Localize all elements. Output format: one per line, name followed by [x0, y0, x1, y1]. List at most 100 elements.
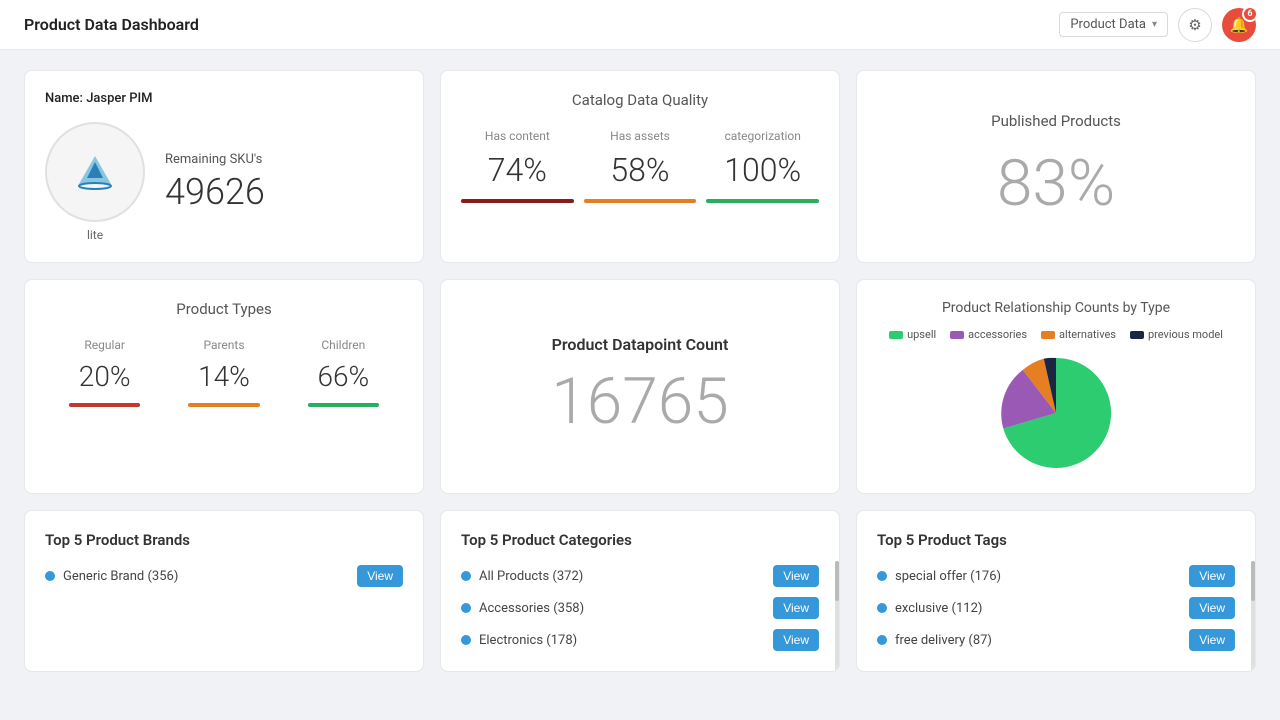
brand-item-left: Generic Brand (356) — [45, 569, 178, 584]
legend-label-upsell: upsell — [907, 328, 936, 341]
legend-dot-previous-model — [1130, 331, 1144, 339]
type-children: Children 66% — [284, 338, 403, 407]
view-category-button[interactable]: View — [773, 565, 819, 587]
type-value-parents: 14% — [198, 360, 250, 393]
scroll-indicator — [835, 561, 839, 671]
datapoint-label: Product Datapoint Count — [552, 335, 729, 354]
jasper-name-label: Name: Jasper PIM — [45, 91, 403, 106]
quality-has-assets: Has assets 58% — [584, 129, 697, 203]
quality-bar-cat — [706, 199, 819, 203]
quality-label-assets: Has assets — [610, 129, 670, 143]
scroll-thumb — [835, 561, 839, 601]
pie-chart-container — [877, 353, 1235, 473]
header-actions: Product Data ▾ ⚙ 🔔 6 — [1059, 8, 1256, 42]
notification-badge: 6 — [1242, 6, 1258, 22]
type-label-regular: Regular — [84, 338, 125, 352]
card-relationship-counts: Product Relationship Counts by Type upse… — [856, 279, 1256, 494]
gear-icon: ⚙ — [1188, 16, 1201, 34]
card-published-products: Published Products 83% — [856, 70, 1256, 263]
relationship-legend: upsell accessories alternatives previous… — [877, 328, 1235, 341]
published-title: Published Products — [991, 112, 1121, 130]
view-category-button[interactable]: View — [773, 629, 819, 651]
card-top-brands: Top 5 Product Brands Generic Brand (356)… — [24, 510, 424, 672]
list-item: All Products (372) View — [461, 565, 819, 587]
category-dot — [461, 603, 471, 613]
card-product-types: Product Types Regular 20% Parents 14% Ch… — [24, 279, 424, 494]
view-tag-button[interactable]: View — [1189, 597, 1235, 619]
tag-dot — [877, 603, 887, 613]
view-tag-button[interactable]: View — [1189, 565, 1235, 587]
legend-dot-accessories — [950, 331, 964, 339]
relationship-title: Product Relationship Counts by Type — [877, 300, 1235, 316]
quality-label-cat: categorization — [724, 129, 800, 143]
tags-title: Top 5 Product Tags — [877, 531, 1235, 549]
view-tag-button[interactable]: View — [1189, 629, 1235, 651]
quality-categorization: categorization 100% — [706, 129, 819, 203]
card-datapoint-count: Product Datapoint Count 16765 — [440, 279, 840, 494]
view-brand-button[interactable]: View — [357, 565, 403, 587]
category-item-left: Accessories (358) — [461, 601, 584, 616]
dashboard-grid: Name: Jasper PIM lite Remaining SKU's 49… — [0, 50, 1280, 692]
category-dot — [461, 635, 471, 645]
quality-bar-content — [461, 199, 574, 203]
legend-label-accessories: accessories — [968, 328, 1027, 341]
type-value-regular: 20% — [79, 360, 131, 393]
tag-item-left: exclusive (112) — [877, 601, 982, 616]
settings-button[interactable]: ⚙ — [1178, 8, 1212, 42]
header: Product Data Dashboard Product Data ▾ ⚙ … — [0, 0, 1280, 50]
category-item-left: Electronics (178) — [461, 633, 577, 648]
quality-value-content: 74% — [488, 151, 547, 189]
tag-item-left: special offer (176) — [877, 569, 1001, 584]
type-bar-regular — [69, 403, 141, 407]
view-category-button[interactable]: View — [773, 597, 819, 619]
card-jasper-pim: Name: Jasper PIM lite Remaining SKU's 49… — [24, 70, 424, 263]
brand-name: Generic Brand (356) — [63, 569, 178, 584]
quality-has-content: Has content 74% — [461, 129, 574, 203]
pie-chart — [996, 353, 1116, 473]
type-label-children: Children — [321, 338, 365, 352]
scroll-indicator — [1251, 561, 1255, 671]
list-item: exclusive (112) View — [877, 597, 1235, 619]
list-item: free delivery (87) View — [877, 629, 1235, 651]
card-top-categories: Top 5 Product Categories All Products (3… — [440, 510, 840, 672]
quality-metrics: Has content 74% Has assets 58% categoriz… — [461, 129, 819, 203]
type-label-parents: Parents — [203, 338, 244, 352]
tag-item-left: free delivery (87) — [877, 633, 992, 648]
chevron-down-icon: ▾ — [1152, 19, 1157, 30]
legend-upsell: upsell — [889, 328, 936, 341]
categories-title: Top 5 Product Categories — [461, 531, 819, 549]
brands-list: Generic Brand (356) View — [45, 565, 403, 587]
tag-name: free delivery (87) — [895, 633, 992, 648]
tag-dot — [877, 635, 887, 645]
tag-name: special offer (176) — [895, 569, 1001, 584]
tag-name: exclusive (112) — [895, 601, 982, 616]
tags-list: special offer (176) View exclusive (112)… — [877, 565, 1235, 651]
product-data-selector[interactable]: Product Data ▾ — [1059, 12, 1168, 37]
list-item: Electronics (178) View — [461, 629, 819, 651]
types-title: Product Types — [45, 300, 403, 318]
brands-title: Top 5 Product Brands — [45, 531, 403, 549]
legend-label-alternatives: alternatives — [1059, 328, 1116, 341]
sku-value: 49626 — [165, 171, 265, 213]
datapoint-value: 16765 — [551, 364, 729, 439]
quality-label-content: Has content — [485, 129, 550, 143]
brand-dot — [45, 571, 55, 581]
sku-label: Remaining SKU's — [165, 152, 265, 167]
scroll-thumb — [1251, 561, 1255, 601]
categories-list: All Products (372) View Accessories (358… — [461, 565, 819, 651]
quality-bar-assets — [584, 199, 697, 203]
sku-info: Remaining SKU's 49626 — [165, 152, 265, 213]
published-value: 83% — [997, 146, 1115, 221]
type-regular: Regular 20% — [45, 338, 164, 407]
jasper-card-body: lite Remaining SKU's 49626 — [45, 122, 403, 242]
mountain-icon — [73, 152, 117, 192]
quality-value-cat: 100% — [724, 151, 801, 189]
type-bar-children — [308, 403, 380, 407]
notification-button[interactable]: 🔔 6 — [1222, 8, 1256, 42]
category-name: Electronics (178) — [479, 633, 577, 648]
tag-dot — [877, 571, 887, 581]
type-value-children: 66% — [317, 360, 369, 393]
jasper-logo-subtitle: lite — [87, 228, 103, 242]
type-parents: Parents 14% — [164, 338, 283, 407]
legend-previous-model: previous model — [1130, 328, 1223, 341]
